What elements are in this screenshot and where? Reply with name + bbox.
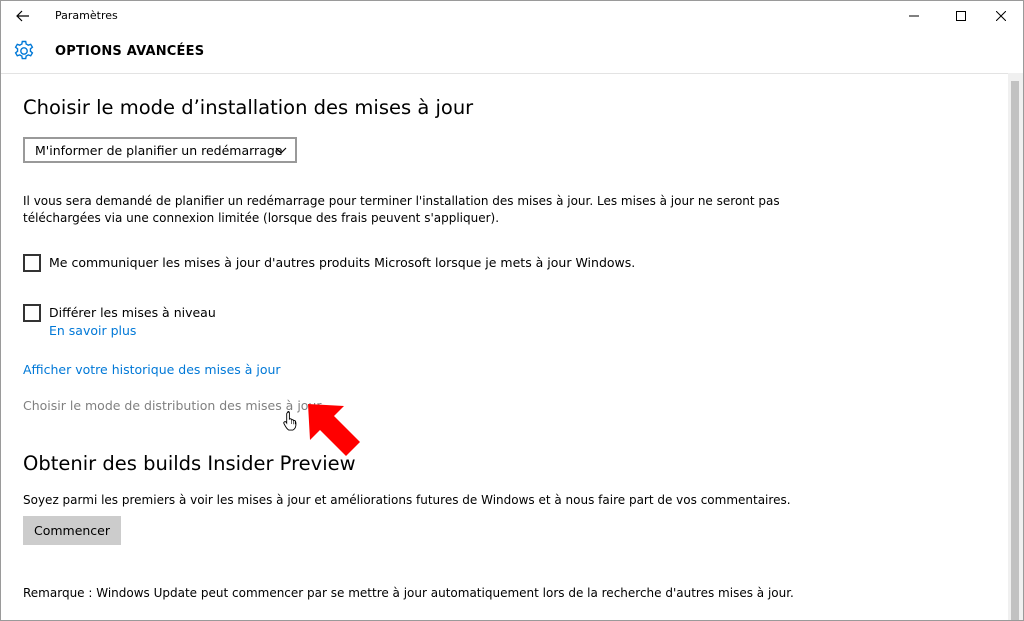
close-icon xyxy=(996,11,1006,21)
settings-window: Paramètres OPTIONS AVANCÉES Choisir le m… xyxy=(0,0,1024,621)
maximize-button[interactable] xyxy=(939,1,983,31)
settings-content: Choisir le mode d’installation des mises… xyxy=(1,73,1008,620)
other-products-checkbox-label: Me communiquer les mises à jour d'autres… xyxy=(49,255,636,270)
minimize-button[interactable] xyxy=(892,1,936,31)
close-button[interactable] xyxy=(979,1,1023,31)
window-title: Paramètres xyxy=(55,9,118,22)
install-mode-description: Il vous sera demandé de planifier un red… xyxy=(23,194,780,225)
red-annotation-arrow-icon xyxy=(308,404,360,456)
other-products-checkbox[interactable] xyxy=(23,254,41,272)
update-history-link[interactable]: Afficher votre historique des mises à jo… xyxy=(23,362,281,377)
learn-more-link[interactable]: En savoir plus xyxy=(49,323,136,338)
defer-upgrades-checkbox-label: Différer les mises à niveau xyxy=(49,305,216,320)
minimize-icon xyxy=(909,15,919,17)
other-products-checkbox-row[interactable]: Me communiquer les mises à jour d'autres… xyxy=(23,254,723,274)
maximize-icon xyxy=(956,11,966,21)
back-button[interactable] xyxy=(9,4,37,28)
install-mode-dropdown[interactable]: M'informer de planifier un redémarrage xyxy=(23,137,297,163)
page-header: OPTIONS AVANCÉES xyxy=(1,31,1023,73)
page-title: OPTIONS AVANCÉES xyxy=(55,44,205,59)
dropdown-selected-value: M'informer de planifier un redémarrage xyxy=(35,143,283,158)
vertical-scrollbar[interactable] xyxy=(1008,73,1023,620)
defer-upgrades-checkbox-row[interactable]: Différer les mises à niveau xyxy=(23,304,323,324)
windows-update-note: Remarque : Windows Update peut commencer… xyxy=(23,586,794,600)
gear-icon xyxy=(14,40,34,60)
insider-preview-description: Soyez parmi les premiers à voir les mise… xyxy=(23,493,791,507)
start-insider-button[interactable]: Commencer xyxy=(23,516,121,545)
title-bar: Paramètres xyxy=(1,1,1023,31)
chevron-down-icon xyxy=(275,147,287,154)
defer-upgrades-checkbox[interactable] xyxy=(23,304,41,322)
scrollbar-thumb[interactable] xyxy=(1011,81,1019,620)
delivery-mode-link[interactable]: Choisir le mode de distribution des mise… xyxy=(23,398,322,413)
install-mode-heading: Choisir le mode d’installation des mises… xyxy=(23,96,474,119)
back-arrow-icon xyxy=(16,10,29,22)
hand-cursor-icon xyxy=(283,411,297,431)
